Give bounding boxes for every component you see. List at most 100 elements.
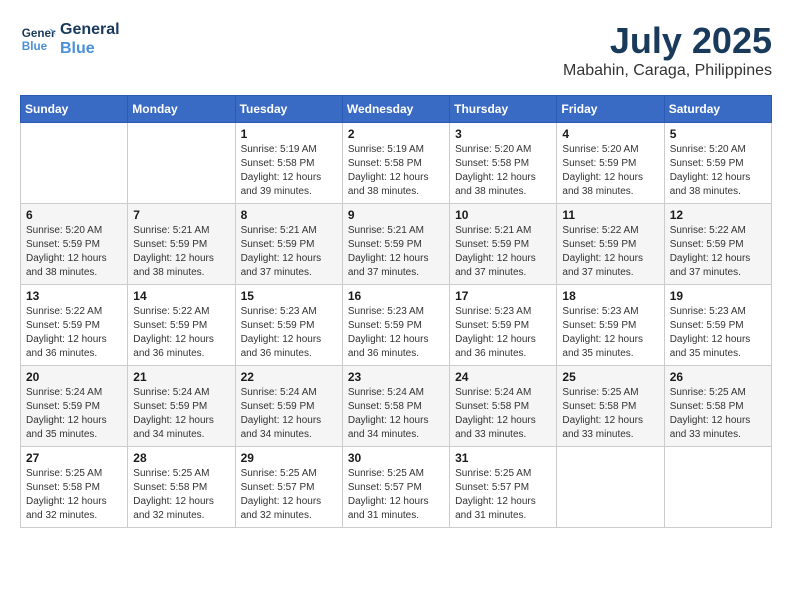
calendar-cell: 21 Sunrise: 5:24 AM Sunset: 5:59 PM Dayli… [128, 366, 235, 447]
calendar-cell: 20 Sunrise: 5:24 AM Sunset: 5:59 PM Dayli… [21, 366, 128, 447]
day-number: 9 [348, 208, 444, 222]
day-info: Sunrise: 5:20 AM Sunset: 5:58 PM Dayligh… [455, 143, 551, 199]
calendar-cell: 25 Sunrise: 5:25 AM Sunset: 5:58 PM Dayli… [557, 366, 664, 447]
calendar-cell: 22Sunrise: 5:24 AM Sunset: 5:59 PM Dayli… [235, 366, 342, 447]
day-number: 28 [133, 451, 229, 465]
logo: General Blue General Blue [20, 20, 120, 58]
day-info: Sunrise: 5:24 AM Sunset: 5:58 PM Dayligh… [348, 386, 444, 442]
calendar-cell: 23 Sunrise: 5:24 AM Sunset: 5:58 PM Dayli… [342, 366, 449, 447]
calendar-header-monday: Monday [128, 96, 235, 123]
calendar-cell [557, 447, 664, 528]
calendar-cell: 7 Sunrise: 5:21 AM Sunset: 5:59 PM Daylig… [128, 204, 235, 285]
calendar-cell: 18 Sunrise: 5:23 AM Sunset: 5:59 PM Dayli… [557, 285, 664, 366]
calendar-cell: 16 Sunrise: 5:23 AM Sunset: 5:59 PM Dayli… [342, 285, 449, 366]
title-area: July 2025 Mabahin, Caraga, Philippines [563, 20, 772, 80]
day-number: 27 [26, 451, 122, 465]
calendar-cell: 8 Sunrise: 5:21 AM Sunset: 5:59 PM Daylig… [235, 204, 342, 285]
day-number: 31 [455, 451, 551, 465]
calendar-cell: 14Sunrise: 5:22 AM Sunset: 5:59 PM Dayli… [128, 285, 235, 366]
calendar-header-saturday: Saturday [664, 96, 771, 123]
day-info: Sunrise: 5:22 AM Sunset: 5:59 PM Dayligh… [670, 224, 766, 280]
day-number: 25 [562, 370, 658, 384]
day-number: 29 [241, 451, 337, 465]
calendar-cell [21, 123, 128, 204]
day-info: Sunrise: 5:24 AM Sunset: 5:58 PM Dayligh… [455, 386, 551, 442]
day-number: 19 [670, 289, 766, 303]
day-number: 12 [670, 208, 766, 222]
day-number: 17 [455, 289, 551, 303]
day-number: 11 [562, 208, 658, 222]
day-info: Sunrise: 5:23 AM Sunset: 5:59 PM Dayligh… [670, 305, 766, 361]
calendar-header-sunday: Sunday [21, 96, 128, 123]
calendar-cell: 1 Sunrise: 5:19 AM Sunset: 5:58 PM Daylig… [235, 123, 342, 204]
calendar-cell: 30Sunrise: 5:25 AM Sunset: 5:57 PM Dayli… [342, 447, 449, 528]
day-number: 4 [562, 127, 658, 141]
calendar-cell: 13 Sunrise: 5:22 AM Sunset: 5:59 PM Dayli… [21, 285, 128, 366]
calendar-week-1: 1 Sunrise: 5:19 AM Sunset: 5:58 PM Daylig… [21, 123, 772, 204]
day-number: 26 [670, 370, 766, 384]
day-info: Sunrise: 5:21 AM Sunset: 5:59 PM Dayligh… [241, 224, 337, 280]
day-number: 2 [348, 127, 444, 141]
day-info: Sunrise: 5:22 AM Sunset: 5:59 PM Dayligh… [133, 305, 229, 361]
day-number: 5 [670, 127, 766, 141]
day-number: 21 [133, 370, 229, 384]
day-number: 8 [241, 208, 337, 222]
day-info: Sunrise: 5:22 AM Sunset: 5:59 PM Dayligh… [26, 305, 122, 361]
day-info: Sunrise: 5:22 AM Sunset: 5:59 PM Dayligh… [562, 224, 658, 280]
day-info: Sunrise: 5:23 AM Sunset: 5:59 PM Dayligh… [562, 305, 658, 361]
day-info: Sunrise: 5:24 AM Sunset: 5:59 PM Dayligh… [241, 386, 337, 442]
day-info: Sunrise: 5:23 AM Sunset: 5:59 PM Dayligh… [241, 305, 337, 361]
day-info: Sunrise: 5:21 AM Sunset: 5:59 PM Dayligh… [455, 224, 551, 280]
day-info: Sunrise: 5:25 AM Sunset: 5:57 PM Dayligh… [241, 467, 337, 523]
logo-icon: General Blue [20, 21, 56, 57]
calendar-cell: 19 Sunrise: 5:23 AM Sunset: 5:59 PM Dayli… [664, 285, 771, 366]
calendar-cell [128, 123, 235, 204]
day-number: 13 [26, 289, 122, 303]
day-number: 1 [241, 127, 337, 141]
day-info: Sunrise: 5:23 AM Sunset: 5:59 PM Dayligh… [348, 305, 444, 361]
calendar-cell: 26Sunrise: 5:25 AM Sunset: 5:58 PM Dayli… [664, 366, 771, 447]
day-number: 10 [455, 208, 551, 222]
calendar-cell: 12 Sunrise: 5:22 AM Sunset: 5:59 PM Dayli… [664, 204, 771, 285]
calendar-cell: 15 Sunrise: 5:23 AM Sunset: 5:59 PM Dayli… [235, 285, 342, 366]
calendar-cell: 17Sunrise: 5:23 AM Sunset: 5:59 PM Dayli… [450, 285, 557, 366]
day-number: 18 [562, 289, 658, 303]
day-number: 7 [133, 208, 229, 222]
day-info: Sunrise: 5:19 AM Sunset: 5:58 PM Dayligh… [348, 143, 444, 199]
calendar-header-thursday: Thursday [450, 96, 557, 123]
calendar-cell: 24 Sunrise: 5:24 AM Sunset: 5:58 PM Dayli… [450, 366, 557, 447]
calendar-header-tuesday: Tuesday [235, 96, 342, 123]
day-number: 20 [26, 370, 122, 384]
day-number: 6 [26, 208, 122, 222]
day-number: 15 [241, 289, 337, 303]
logo-blue: Blue [60, 39, 120, 58]
day-info: Sunrise: 5:21 AM Sunset: 5:59 PM Dayligh… [133, 224, 229, 280]
day-info: Sunrise: 5:19 AM Sunset: 5:58 PM Dayligh… [241, 143, 337, 199]
logo-general: General [60, 20, 120, 39]
day-number: 16 [348, 289, 444, 303]
day-info: Sunrise: 5:25 AM Sunset: 5:57 PM Dayligh… [348, 467, 444, 523]
page-header: General Blue General Blue July 2025 Maba… [20, 20, 772, 80]
location-title: Mabahin, Caraga, Philippines [563, 62, 772, 80]
calendar-cell: 5Sunrise: 5:20 AM Sunset: 5:59 PM Daylig… [664, 123, 771, 204]
calendar-week-3: 13 Sunrise: 5:22 AM Sunset: 5:59 PM Dayli… [21, 285, 772, 366]
day-number: 24 [455, 370, 551, 384]
calendar-cell: 4 Sunrise: 5:20 AM Sunset: 5:59 PM Daylig… [557, 123, 664, 204]
calendar-week-4: 20 Sunrise: 5:24 AM Sunset: 5:59 PM Dayli… [21, 366, 772, 447]
svg-text:Blue: Blue [22, 40, 48, 53]
day-number: 3 [455, 127, 551, 141]
calendar-table: SundayMondayTuesdayWednesdayThursdayFrid… [20, 95, 772, 528]
day-info: Sunrise: 5:21 AM Sunset: 5:59 PM Dayligh… [348, 224, 444, 280]
calendar-cell: 9 Sunrise: 5:21 AM Sunset: 5:59 PM Daylig… [342, 204, 449, 285]
day-info: Sunrise: 5:25 AM Sunset: 5:58 PM Dayligh… [562, 386, 658, 442]
calendar-cell: 10 Sunrise: 5:21 AM Sunset: 5:59 PM Dayli… [450, 204, 557, 285]
calendar-week-5: 27Sunrise: 5:25 AM Sunset: 5:58 PM Dayli… [21, 447, 772, 528]
day-info: Sunrise: 5:24 AM Sunset: 5:59 PM Dayligh… [133, 386, 229, 442]
calendar-cell [664, 447, 771, 528]
calendar-cell: 6 Sunrise: 5:20 AM Sunset: 5:59 PM Daylig… [21, 204, 128, 285]
day-info: Sunrise: 5:24 AM Sunset: 5:59 PM Dayligh… [26, 386, 122, 442]
day-info: Sunrise: 5:20 AM Sunset: 5:59 PM Dayligh… [562, 143, 658, 199]
day-number: 23 [348, 370, 444, 384]
day-info: Sunrise: 5:20 AM Sunset: 5:59 PM Dayligh… [26, 224, 122, 280]
calendar-cell: 11 Sunrise: 5:22 AM Sunset: 5:59 PM Dayli… [557, 204, 664, 285]
